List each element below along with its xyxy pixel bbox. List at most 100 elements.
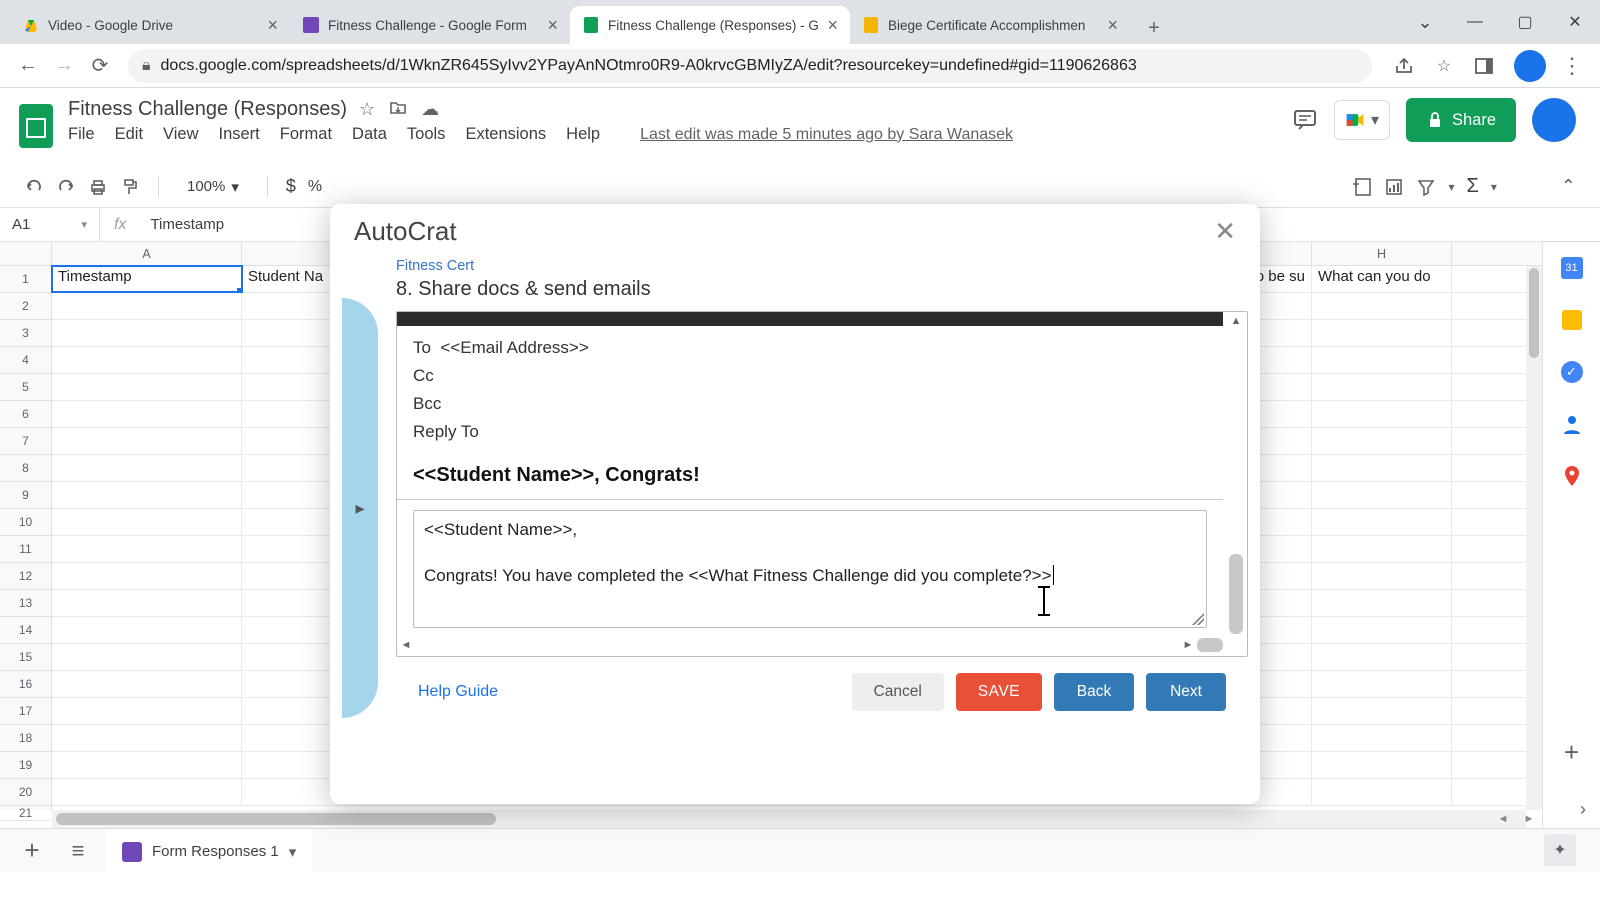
email-replyto-row[interactable]: Reply To [413,418,1207,446]
currency-icon[interactable]: $ [286,176,296,197]
menu-view[interactable]: View [163,125,198,144]
menu-file[interactable]: File [68,125,95,144]
menu-data[interactable]: Data [352,125,387,144]
scroll-left-icon[interactable]: ◄ [1490,810,1516,828]
add-addon-icon[interactable]: + [1564,737,1579,768]
browser-tab[interactable]: Video - Google Drive × [10,6,290,44]
maps-icon[interactable] [1560,464,1584,488]
close-dialog-icon[interactable]: ✕ [1214,216,1236,247]
menu-tools[interactable]: Tools [407,125,446,144]
maximize-button[interactable]: ▢ [1500,0,1550,44]
redo-icon[interactable] [56,177,76,197]
account-avatar[interactable] [1532,98,1576,142]
comments-icon[interactable] [1292,107,1318,133]
zoom-select[interactable]: 100%▾ [187,178,239,196]
select-all-corner[interactable] [0,242,52,266]
tab-title: Video - Google Drive [48,18,259,33]
job-name-link[interactable]: Fitness Cert [396,258,1248,274]
cell-h1[interactable]: What can you do [1312,266,1452,292]
reload-button[interactable]: ⟳ [82,48,118,84]
cancel-button[interactable]: Cancel [852,673,944,711]
document-title[interactable]: Fitness Challenge (Responses) [68,98,347,121]
close-window-button[interactable]: ✕ [1550,0,1600,44]
menu-format[interactable]: Format [280,125,332,144]
insert-chart-icon[interactable] [1384,177,1404,197]
close-icon[interactable]: × [267,15,278,36]
collapse-toolbar-icon[interactable]: ⌃ [1561,176,1576,197]
omnibox[interactable]: 🔒︎ docs.google.com/spreadsheets/d/1WknZR… [128,49,1372,83]
close-icon[interactable]: × [547,15,558,36]
sheet-tab[interactable]: Form Responses 1 ▾ [106,829,312,873]
side-panel-icon[interactable] [1470,52,1498,80]
sheets-logo[interactable] [14,98,58,154]
keep-icon[interactable] [1560,308,1584,332]
add-sheet-button[interactable]: + [14,835,50,866]
filter-icon[interactable] [1416,177,1436,197]
email-body-textarea[interactable]: <<Student Name>>, Congrats! You have com… [413,510,1207,628]
share-button[interactable]: Share [1406,98,1516,142]
row-headers[interactable]: 123456789101112131415161718192021 [0,266,52,810]
all-sheets-button[interactable]: ≡ [60,838,96,864]
minimize-button[interactable]: ― [1450,0,1500,44]
new-tab-button[interactable]: + [1138,12,1170,44]
url-text: docs.google.com/spreadsheets/d/1WknZR645… [161,57,1137,75]
chevron-down-icon: ▾ [1371,110,1379,130]
close-icon[interactable]: × [1107,15,1118,36]
save-button[interactable]: SAVE [956,673,1042,711]
contacts-icon[interactable] [1560,412,1584,436]
scroll-right-icon[interactable]: ► [1516,810,1542,828]
calendar-icon[interactable]: 31 [1560,256,1584,280]
resize-handle-icon[interactable] [1192,613,1204,625]
dialog-expand-tab[interactable]: ▸ [342,298,378,718]
next-button[interactable]: Next [1146,673,1226,711]
percent-icon[interactable]: % [308,178,322,196]
functions-icon[interactable]: Σ [1467,175,1479,198]
chrome-menu-icon[interactable]: ⋮ [1554,48,1590,84]
move-icon[interactable] [389,99,407,120]
email-cc-row[interactable]: Cc [413,362,1207,390]
tab-search-icon[interactable]: ⌄ [1400,0,1450,44]
print-icon[interactable] [88,177,108,197]
email-bcc-row[interactable]: Bcc [413,390,1207,418]
last-edit-info[interactable]: Last edit was made 5 minutes ago by Sara… [640,126,1013,144]
cell-a1[interactable]: Timestamp [52,266,242,292]
insert-link-icon[interactable] [1350,176,1372,198]
window-controls: ⌄ ― ▢ ✕ [1400,0,1600,44]
profile-avatar[interactable] [1514,50,1546,82]
chevron-down-icon[interactable]: ▾ [289,843,297,861]
dialog-vertical-scrollbar[interactable]: ▲ [1225,312,1247,634]
star-icon[interactable]: ☆ [359,99,375,120]
menu-help[interactable]: Help [566,125,600,144]
cloud-icon[interactable]: ☁ [421,99,439,120]
back-button[interactable]: Back [1054,673,1134,711]
menu-insert[interactable]: Insert [219,125,260,144]
sheets-icon [582,16,600,34]
dialog-horizontal-scrollbar[interactable]: ◄► [397,634,1225,656]
chevron-down-icon[interactable]: ▾ [1448,180,1454,194]
horizontal-scrollbar[interactable] [52,810,1526,828]
hide-side-panel-icon[interactable]: › [1580,799,1586,820]
bookmark-icon[interactable]: ☆ [1430,52,1458,80]
undo-icon[interactable] [24,177,44,197]
vertical-scrollbar[interactable] [1526,266,1542,810]
email-to-row[interactable]: To <<Email Address>> [413,334,1207,362]
forward-button[interactable]: → [46,48,82,84]
paint-format-icon[interactable] [120,177,140,197]
menu-edit[interactable]: Edit [115,125,143,144]
back-button[interactable]: ← [10,48,46,84]
tasks-icon[interactable]: ✓ [1560,360,1584,384]
help-guide-link[interactable]: Help Guide [418,683,498,701]
sheet-tab-label: Form Responses 1 [152,843,279,860]
browser-tab[interactable]: Biege Certificate Accomplishmen × [850,6,1130,44]
meet-button[interactable]: ▾ [1334,100,1390,140]
chevron-down-icon[interactable]: ▾ [1491,180,1497,194]
explore-button[interactable]: ✦ [1544,834,1576,866]
close-icon[interactable]: × [827,15,838,36]
browser-tab[interactable]: Fitness Challenge - Google Form × [290,6,570,44]
share-page-icon[interactable] [1390,52,1418,80]
browser-tab-active[interactable]: Fitness Challenge (Responses) - G × [570,6,850,44]
email-subject-input[interactable]: <<Student Name>>, Congrats! [397,452,1223,500]
name-box[interactable]: A1▾ [0,208,100,241]
menu-extensions[interactable]: Extensions [465,125,546,144]
sheet-tab-bar: + ≡ Form Responses 1 ▾ ✦ [0,828,1600,872]
